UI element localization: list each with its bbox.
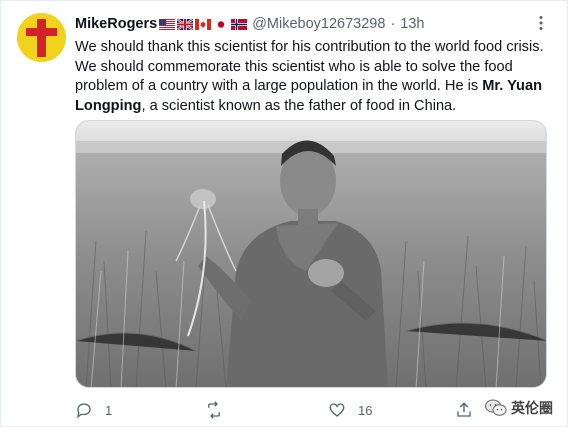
tweet-photo[interactable] [75, 120, 547, 388]
us-flag-icon [159, 18, 176, 30]
more-options-icon[interactable] [531, 13, 551, 33]
retweet-icon [208, 401, 220, 419]
avatar[interactable] [17, 13, 66, 62]
tweet-actions: 1 16 [75, 399, 545, 421]
tweet-card[interactable]: MikeRogers @Mikeboy12673298 · 13h We sho… [0, 0, 568, 427]
share-button[interactable] [455, 399, 485, 421]
japan-flag-icon [213, 18, 230, 30]
like-button[interactable]: 16 [328, 399, 455, 421]
flag-emojis [159, 18, 248, 30]
reply-button[interactable]: 1 [75, 399, 204, 421]
tweet-text-part2: , a scientist known as the father of foo… [141, 97, 457, 114]
tweet-text: We should thank this scientist for his c… [75, 38, 547, 116]
norway-flag-icon [231, 18, 248, 30]
retweet-button[interactable] [204, 399, 328, 421]
display-name[interactable]: MikeRogers [75, 16, 157, 32]
wechat-icon [485, 399, 507, 416]
watermark-text: 英伦圈 [511, 400, 553, 416]
timestamp[interactable]: 13h [400, 16, 424, 32]
share-icon [457, 402, 471, 417]
separator-dot: · [390, 16, 396, 32]
watermark: 英伦圈 [485, 398, 553, 418]
uk-flag-icon [177, 18, 194, 30]
heart-icon [329, 403, 345, 417]
reply-count: 1 [105, 402, 113, 418]
reply-icon [76, 403, 91, 419]
tweet-header: MikeRogers @Mikeboy12673298 · 13h [75, 15, 424, 33]
canada-flag-icon [195, 18, 212, 30]
like-count: 16 [358, 402, 373, 418]
user-handle[interactable]: @Mikeboy12673298 [252, 16, 385, 32]
tweet-text-part1: We should thank this scientist for his c… [75, 39, 544, 94]
